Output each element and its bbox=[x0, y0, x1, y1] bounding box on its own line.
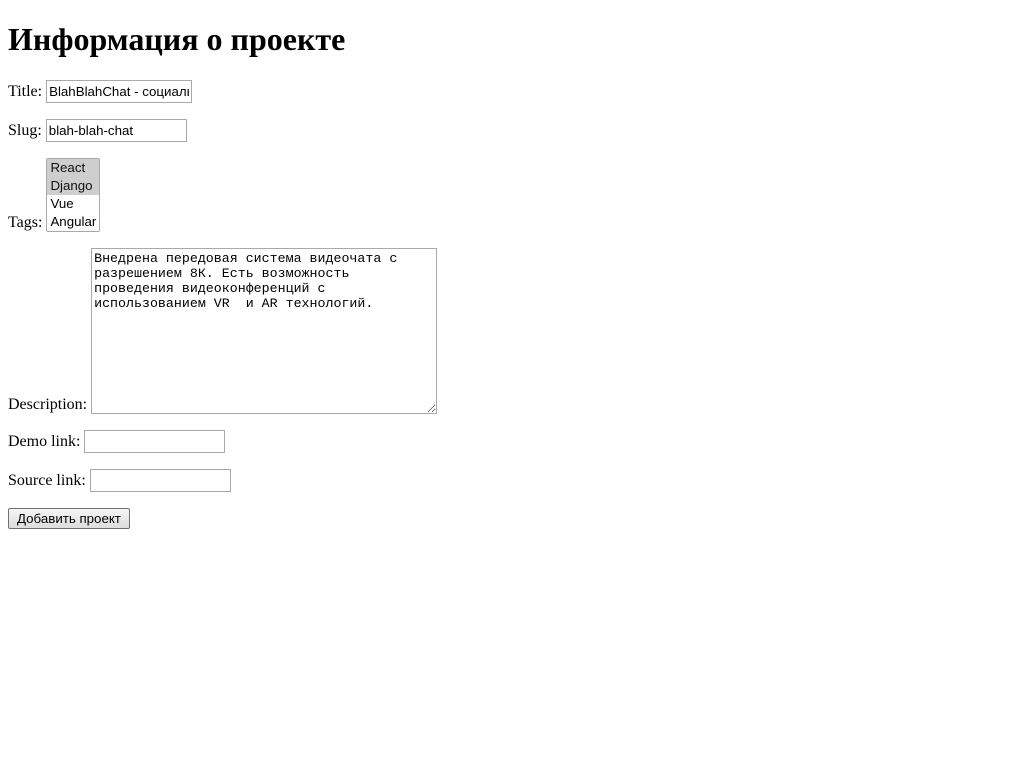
description-label: Description: bbox=[8, 396, 87, 413]
slug-input[interactable] bbox=[46, 119, 187, 142]
tag-option[interactable]: Django bbox=[47, 177, 99, 195]
tag-option[interactable]: React bbox=[47, 159, 99, 177]
title-input[interactable] bbox=[46, 80, 192, 103]
demo-link-input[interactable] bbox=[84, 430, 225, 453]
tags-label: Tags: bbox=[8, 214, 42, 231]
tags-select[interactable]: ReactDjangoVueAngular bbox=[46, 158, 100, 232]
tag-option[interactable]: Vue bbox=[47, 195, 99, 213]
source-link-label: Source link: bbox=[8, 472, 86, 489]
source-link-input[interactable] bbox=[90, 469, 231, 492]
tag-option[interactable]: Angular bbox=[47, 213, 99, 231]
submit-button[interactable]: Добавить проект bbox=[8, 508, 130, 529]
description-textarea[interactable] bbox=[91, 248, 437, 414]
title-label: Title: bbox=[8, 83, 42, 100]
slug-label: Slug: bbox=[8, 122, 42, 139]
demo-link-label: Demo link: bbox=[8, 433, 80, 450]
page-heading: Информация о проекте bbox=[8, 21, 1013, 58]
